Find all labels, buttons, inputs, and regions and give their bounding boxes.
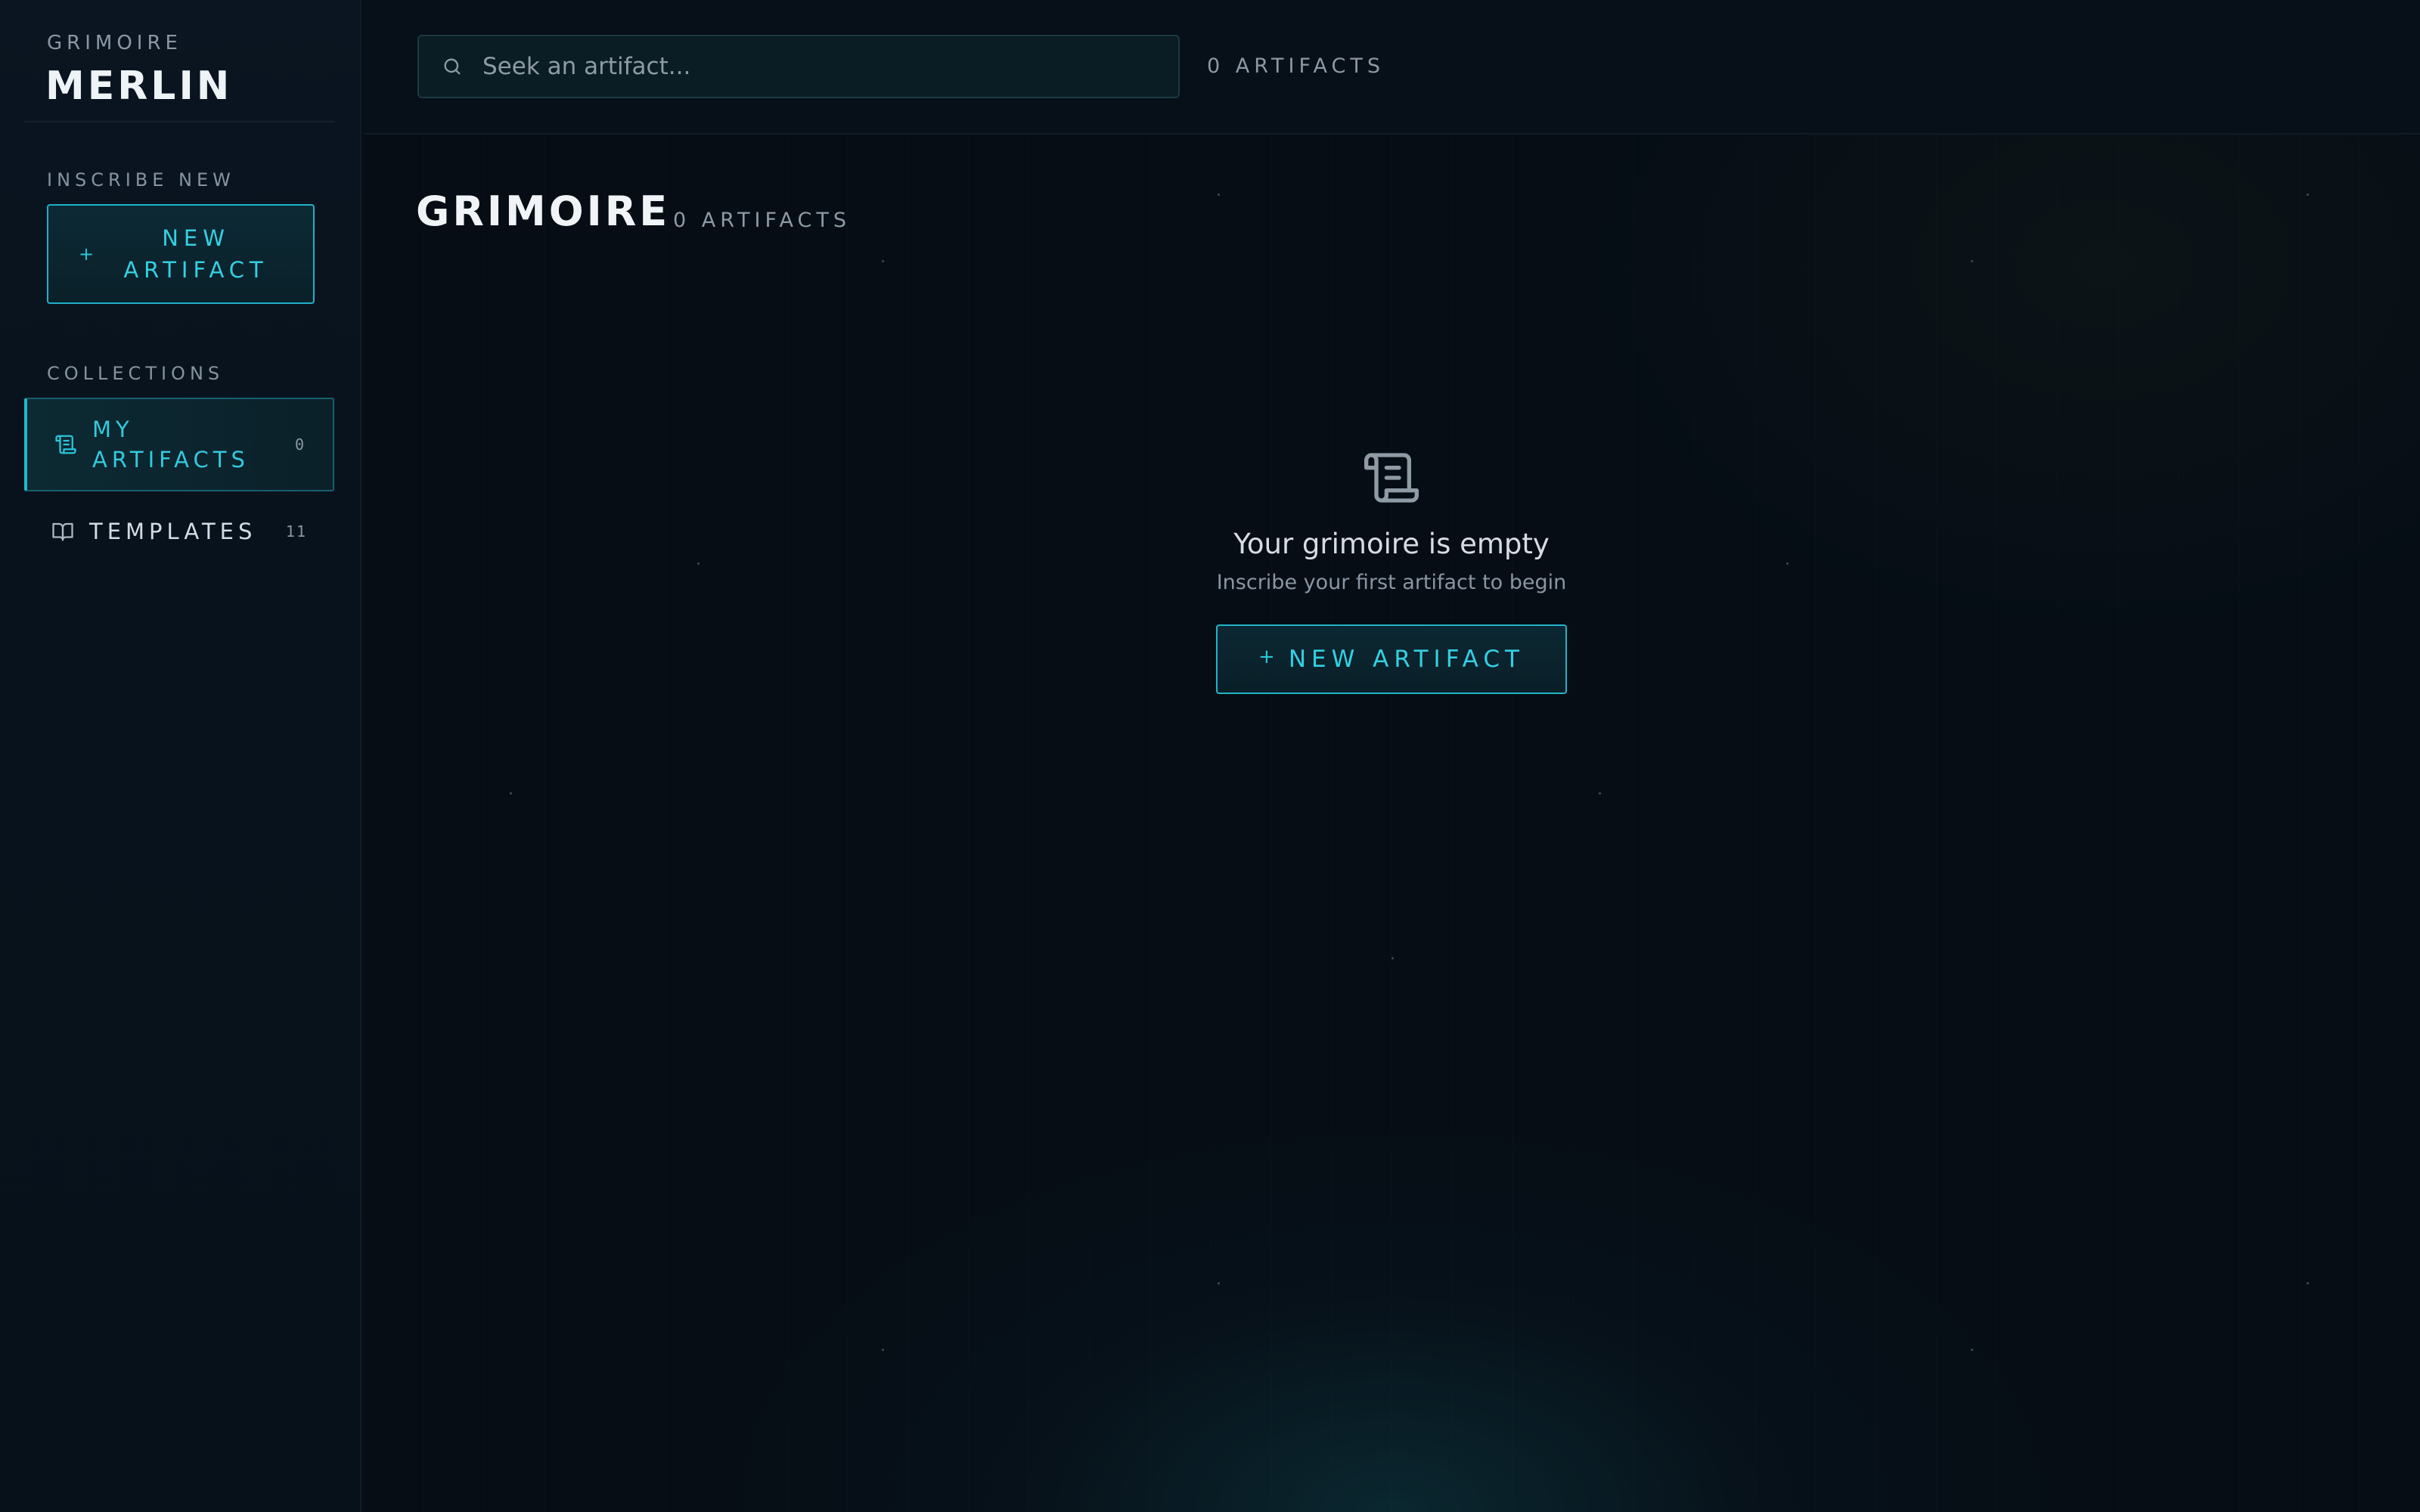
new-artifact-button[interactable]: + NEW ARTIFACT [1216, 624, 1567, 694]
background-star [1392, 957, 1394, 959]
scroll-icon [55, 435, 76, 454]
background-star [1971, 260, 1973, 262]
background-star [2307, 1282, 2309, 1284]
background-star [882, 260, 884, 262]
book-open-icon [52, 522, 73, 541]
sidebar-item-count: 0 [294, 435, 306, 454]
artifact-count: 0 ARTIFACTS [1207, 54, 1385, 78]
scroll-icon [1364, 453, 1419, 503]
sidebar: GRIMOIRE MERLIN INSCRIBE NEW + NEW ARTIF… [0, 0, 361, 1512]
sidebar-item-label: MY ARTIFACTS [92, 417, 250, 472]
sidebar-item-count: 11 [285, 522, 307, 541]
search-box[interactable] [417, 35, 1180, 98]
inscribe-section-label: INSCRIBE NEW [47, 169, 235, 191]
sidebar-item-my-artifacts[interactable]: MY ARTIFACTS 0 [24, 398, 334, 491]
sidebar-new-artifact-button[interactable]: + NEW ARTIFACT [47, 204, 315, 304]
page-title: GRIMOIRE [416, 187, 671, 235]
empty-state-subtitle: Inscribe your first artifact to begin [1216, 571, 1567, 594]
brand-subtitle: GRIMOIRE [47, 32, 182, 54]
main-content: 0 ARTIFACTS GRIMOIRE 0 ARTIFACTS Your gr… [363, 0, 2420, 1512]
background-star [1599, 792, 1601, 795]
search-icon [444, 58, 461, 75]
sidebar-item-label: TEMPLATES [89, 519, 257, 544]
background-star [882, 1349, 884, 1351]
background-star [1218, 1282, 1220, 1284]
app-window: GRIMOIRE MERLIN INSCRIBE NEW + NEW ARTIF… [0, 0, 2420, 1512]
background-star [510, 792, 512, 795]
collections-section-label: COLLECTIONS [47, 363, 225, 384]
background-star [1218, 194, 1220, 196]
plus-icon: + [1258, 646, 1275, 668]
brand-divider [24, 121, 334, 122]
sidebar-item-templates[interactable]: TEMPLATES 11 [24, 507, 334, 556]
sidebar-new-artifact-label: NEW ARTIFACT [123, 225, 268, 283]
brand-title: MERLIN [45, 64, 233, 109]
plus-icon: + [78, 243, 95, 265]
page-subtitle: 0 ARTIFACTS [673, 209, 852, 232]
background-star [2307, 194, 2309, 196]
empty-state: Your grimoire is empty Inscribe your fir… [363, 448, 2420, 694]
background-star [1971, 1349, 1973, 1351]
empty-state-title: Your grimoire is empty [1233, 528, 1550, 560]
background-grid [363, 136, 2420, 1512]
top-bar: 0 ARTIFACTS [363, 0, 2420, 135]
search-input[interactable] [481, 44, 1178, 89]
new-artifact-button-label: NEW ARTIFACT [1288, 646, 1525, 673]
